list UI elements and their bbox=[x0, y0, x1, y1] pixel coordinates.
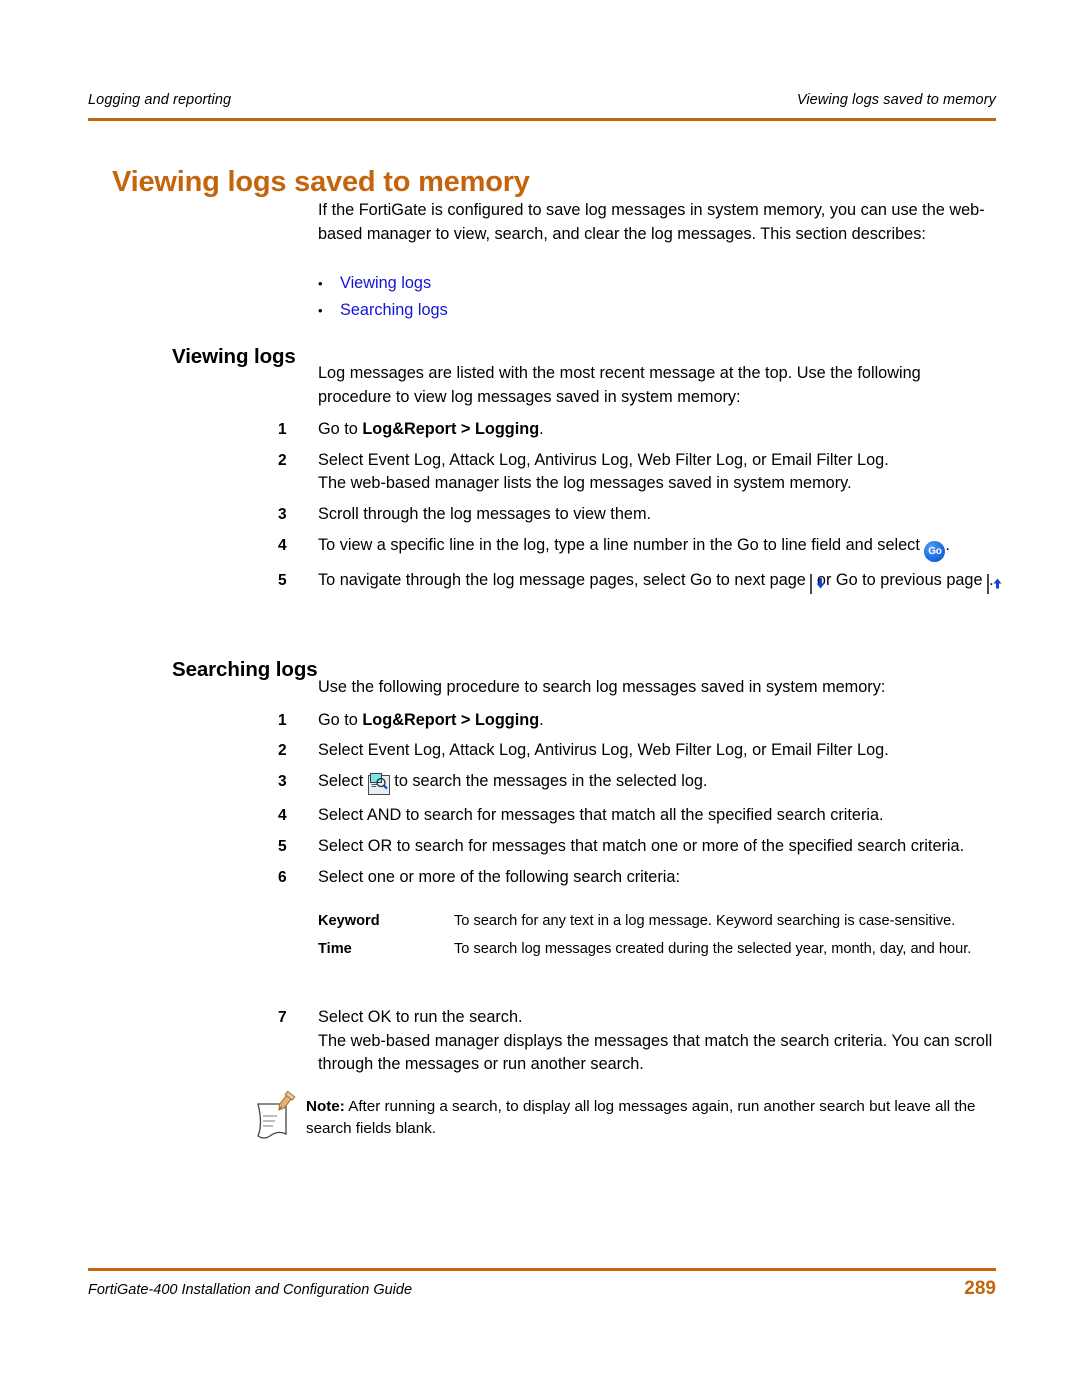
list-item: • Viewing logs bbox=[318, 270, 996, 297]
step-text-mid: or Go to previous page bbox=[812, 570, 988, 589]
step-number: 4 bbox=[278, 536, 287, 554]
search-criteria-table: Keyword To search for any text in a log … bbox=[318, 912, 996, 967]
step-item: 1 Go to Log&Report > Logging. bbox=[278, 418, 996, 442]
step-text-pre: Select bbox=[318, 771, 368, 790]
step-item: 7 Select OK to run the search. The web-b… bbox=[278, 1006, 996, 1077]
step-text: Select Event Log, Attack Log, Antivirus … bbox=[318, 739, 996, 763]
step-text-post: . bbox=[539, 710, 544, 729]
note-body: After running a search, to display all l… bbox=[306, 1098, 976, 1137]
viewing-logs-steps: Log messages are listed with the most re… bbox=[278, 362, 1002, 603]
previous-page-icon[interactable] bbox=[987, 573, 1002, 597]
step-number: 7 bbox=[278, 1009, 287, 1026]
note-label: Note: bbox=[306, 1098, 345, 1115]
step-text-pre: Go to bbox=[318, 420, 363, 439]
step-item: 6 Select one or more of the following se… bbox=[278, 866, 996, 890]
step-text: Scroll through the log messages to view … bbox=[318, 503, 996, 527]
step-text: To navigate through the log message page… bbox=[318, 569, 1002, 597]
bullet-dot-icon: • bbox=[318, 303, 323, 318]
step-text: Go to Log&Report > Logging. bbox=[318, 418, 996, 442]
step-text-post: to search the messages in the selected l… bbox=[389, 771, 708, 790]
step-text: Select Event Log, Attack Log, Antivirus … bbox=[318, 449, 996, 496]
step-text: Select AND to search for messages that m… bbox=[318, 804, 996, 828]
step-text-main: Select one or more of the following sear… bbox=[318, 867, 680, 886]
step-number: 2 bbox=[278, 451, 287, 469]
note-text: Note: After running a search, to display… bbox=[306, 1090, 996, 1140]
searching-logs-steps: Use the following procedure to search lo… bbox=[278, 676, 996, 896]
list-item: • Searching logs bbox=[318, 297, 996, 324]
criteria-description: To search for any text in a log message.… bbox=[454, 913, 956, 929]
link-viewing-logs[interactable]: Viewing logs bbox=[340, 270, 431, 296]
step-number: 5 bbox=[278, 571, 287, 589]
criteria-term: Time bbox=[318, 940, 352, 957]
step-item: 2 Select Event Log, Attack Log, Antiviru… bbox=[278, 739, 996, 763]
step-text: Select OK to run the search. The web-bas… bbox=[318, 1006, 996, 1077]
table-row: Keyword To search for any text in a log … bbox=[318, 912, 996, 932]
step-text-continuation: The web-based manager lists the log mess… bbox=[318, 474, 852, 493]
step-item: 2 Select Event Log, Attack Log, Antiviru… bbox=[278, 449, 996, 496]
intro-paragraph: If the FortiGate is configured to save l… bbox=[318, 201, 985, 243]
step-number: 1 bbox=[278, 711, 287, 729]
step-number: 4 bbox=[278, 807, 287, 825]
step-text: Select OR to search for messages that ma… bbox=[318, 835, 996, 859]
step-text-main: Select Event Log, Attack Log, Antivirus … bbox=[318, 450, 889, 469]
step-number: 3 bbox=[278, 505, 287, 523]
searching-logs-lead-in: Use the following procedure to search lo… bbox=[318, 678, 886, 696]
header-left-text: Logging and reporting bbox=[88, 92, 232, 108]
note-callout: Note: After running a search, to display… bbox=[248, 1090, 996, 1146]
step-text-continuation: The web-based manager displays the messa… bbox=[318, 1031, 993, 1074]
link-searching-logs[interactable]: Searching logs bbox=[340, 297, 448, 323]
criteria-term: Keyword bbox=[318, 913, 380, 929]
step-number: 6 bbox=[278, 868, 287, 886]
step-text-pre: Go to bbox=[318, 710, 363, 729]
table-row: Time To search log messages created duri… bbox=[318, 940, 996, 960]
step-text-bold: Log&Report > Logging bbox=[362, 710, 540, 729]
step-number: 2 bbox=[278, 742, 287, 760]
step-item: 1 Go to Log&Report > Logging. bbox=[278, 709, 996, 733]
step-number: 5 bbox=[278, 837, 287, 855]
step-number: 1 bbox=[278, 421, 287, 439]
step-text-main: Select Event Log, Attack Log, Antivirus … bbox=[318, 741, 889, 760]
step-text-bold: Log&Report > Logging bbox=[362, 420, 540, 439]
step-text-main: Scroll through the log messages to view … bbox=[318, 504, 652, 523]
header-right-text: Viewing logs saved to memory bbox=[796, 92, 996, 108]
search-log-icon[interactable] bbox=[367, 772, 390, 798]
step-text: To view a specific line in the log, type… bbox=[318, 534, 996, 562]
footer-guide-title: FortiGate-400 Installation and Configura… bbox=[88, 1282, 413, 1298]
step-text-pre: To navigate through the log message page… bbox=[318, 570, 811, 589]
footer-divider-rule bbox=[88, 1268, 996, 1271]
page-title: Viewing logs saved to memory bbox=[112, 166, 530, 199]
step-number: 3 bbox=[278, 772, 287, 790]
page-footer: FortiGate-400 Installation and Configura… bbox=[88, 1278, 996, 1300]
step-item: 5 To navigate through the log message pa… bbox=[278, 569, 1002, 597]
criteria-description: To search log messages created during th… bbox=[454, 940, 972, 957]
step-text-pre: To view a specific line in the log, type… bbox=[318, 535, 925, 554]
go-button-icon[interactable]: Go bbox=[924, 540, 946, 562]
step-item: 3 Scroll through the log messages to vie… bbox=[278, 503, 996, 527]
step-text-main: Select OR to search for messages that ma… bbox=[318, 836, 965, 855]
running-header: Logging and reporting Viewing logs saved… bbox=[88, 92, 996, 108]
step-text-post: . bbox=[945, 535, 950, 554]
step-text-main: Select OK to run the search. bbox=[318, 1008, 523, 1026]
step-text: Select to search the messages in the sel… bbox=[318, 770, 996, 798]
searching-logs-final-step: 7 Select OK to run the search. The web-b… bbox=[278, 1006, 996, 1084]
header-divider-rule bbox=[88, 118, 996, 121]
step-item: 4 To view a specific line in the log, ty… bbox=[278, 534, 996, 562]
step-text: Go to Log&Report > Logging. bbox=[318, 709, 996, 733]
viewing-logs-lead-in: Log messages are listed with the most re… bbox=[318, 364, 921, 406]
section-link-list: • Viewing logs • Searching logs bbox=[318, 270, 996, 324]
document-page: Logging and reporting Viewing logs saved… bbox=[0, 0, 1080, 1397]
bullet-dot-icon: • bbox=[318, 276, 323, 291]
note-pencil-icon bbox=[248, 1090, 306, 1146]
step-item: 4 Select AND to search for messages that… bbox=[278, 804, 996, 828]
step-text-main: Select AND to search for messages that m… bbox=[318, 806, 884, 825]
step-text-post: . bbox=[539, 420, 544, 439]
step-item: 3 Select to search the messages in the s… bbox=[278, 770, 996, 798]
step-text: Select one or more of the following sear… bbox=[318, 866, 996, 890]
step-item: 5 Select OR to search for messages that … bbox=[278, 835, 996, 859]
page-number: 289 bbox=[964, 1278, 996, 1299]
